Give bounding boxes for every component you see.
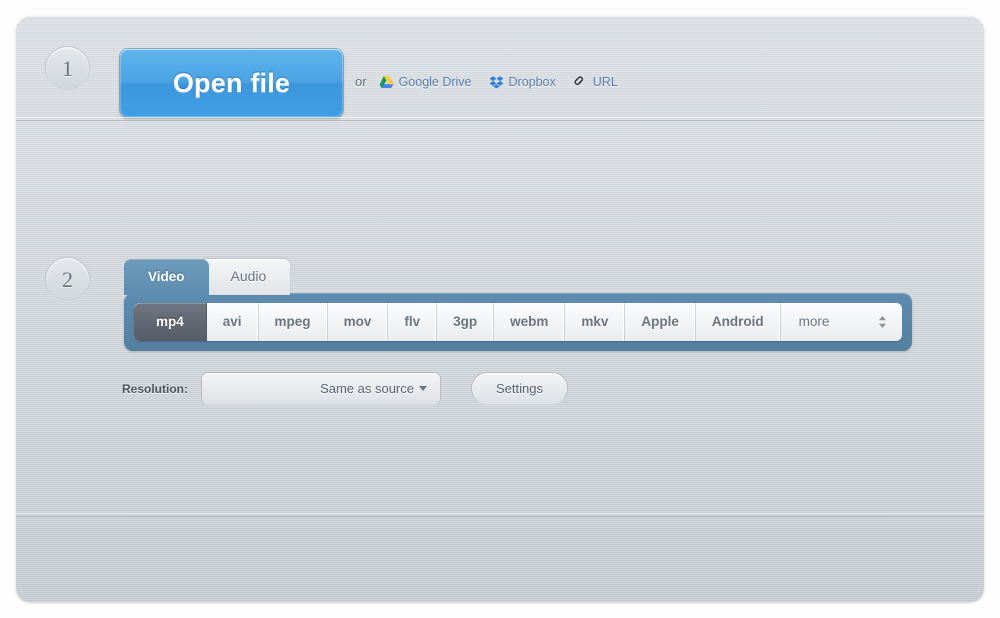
chevron-down-icon <box>419 386 427 391</box>
converter-app: 1 Open file or Google Drive Dropbox URL … <box>0 0 1000 618</box>
resolution-value: Same as source <box>320 381 414 396</box>
format-option-flv[interactable]: flv <box>388 303 438 341</box>
step-1-badge: 1 <box>46 47 89 90</box>
source-links: or Google Drive Dropbox URL <box>355 74 618 89</box>
format-option-mov[interactable]: mov <box>328 303 389 341</box>
google-drive-icon <box>379 75 394 89</box>
step-2-badge: 2 <box>46 258 89 301</box>
format-option-more[interactable]: more <box>781 303 902 341</box>
format-option-mp4[interactable]: mp4 <box>134 303 207 341</box>
open-file-button[interactable]: Open file <box>120 49 343 117</box>
resolution-row: Resolution: Same as source Settings <box>122 373 567 404</box>
resolution-dropdown[interactable]: Same as source <box>202 373 440 404</box>
format-option-apple[interactable]: Apple <box>625 303 696 341</box>
google-drive-link[interactable]: Google Drive <box>379 75 472 89</box>
format-more-label: more <box>798 314 830 329</box>
tab-video[interactable]: Video <box>124 259 209 295</box>
stepper-arrows-icon <box>877 315 888 329</box>
google-drive-label: Google Drive <box>398 74 472 89</box>
dropbox-label: Dropbox <box>508 74 556 89</box>
settings-button[interactable]: Settings <box>472 373 567 404</box>
dropbox-link[interactable]: Dropbox <box>489 75 556 89</box>
resolution-label: Resolution: <box>122 381 188 396</box>
format-option-3gp[interactable]: 3gp <box>437 303 495 341</box>
url-label: URL <box>592 74 618 89</box>
media-type-tabs: Audio Video <box>124 259 291 295</box>
format-option-webm[interactable]: webm <box>494 303 566 341</box>
or-label: or <box>355 74 367 89</box>
format-option-mpeg[interactable]: mpeg <box>259 303 328 341</box>
link-icon <box>573 75 588 89</box>
converter-panel: 1 Open file or Google Drive Dropbox URL … <box>16 16 984 602</box>
format-option-android[interactable]: Android <box>696 303 781 341</box>
step-3-section: 3 Convert <box>16 499 984 602</box>
step-2-section: 2 Audio Video mp4 avi mpeg mov flv 3gp w… <box>16 117 984 499</box>
step-1-section: 1 Open file or Google Drive Dropbox URL <box>16 16 984 117</box>
dropbox-icon <box>489 75 504 89</box>
tab-audio[interactable]: Audio <box>200 259 291 295</box>
url-link[interactable]: URL <box>573 75 618 89</box>
format-option-mkv[interactable]: mkv <box>565 303 626 341</box>
format-option-avi[interactable]: avi <box>207 303 259 341</box>
format-list: mp4 avi mpeg mov flv 3gp webm mkv Apple … <box>134 303 902 341</box>
format-selector-bar: mp4 avi mpeg mov flv 3gp webm mkv Apple … <box>124 293 912 351</box>
